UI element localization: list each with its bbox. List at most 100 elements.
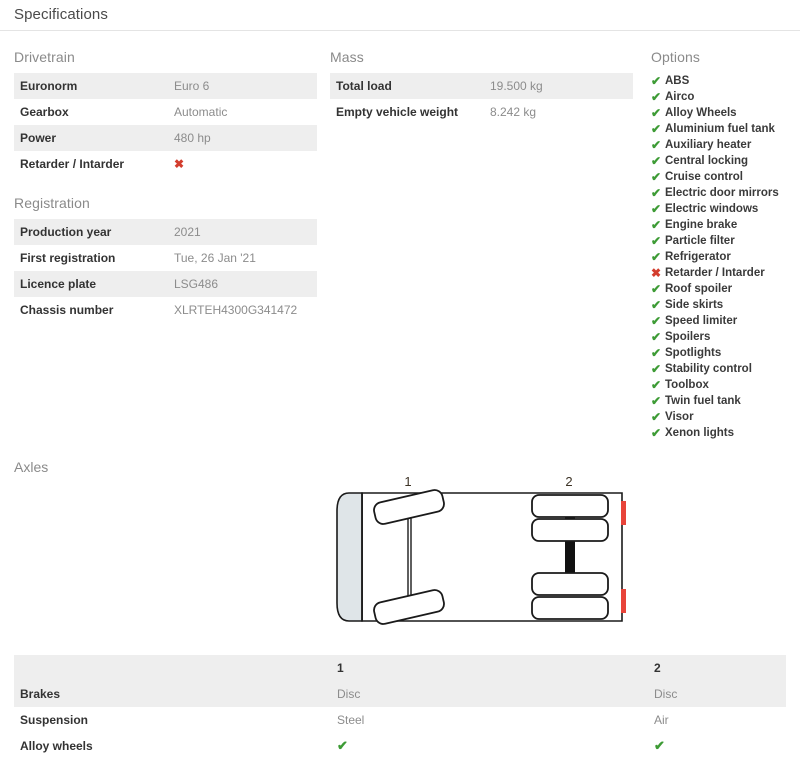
list-item: ✔ Side skirts bbox=[651, 297, 796, 313]
list-item: ✔ Cruise control bbox=[651, 169, 796, 185]
option-label: ABS bbox=[665, 75, 690, 87]
row-label: Power bbox=[20, 131, 57, 145]
check-icon: ✔ bbox=[651, 122, 662, 136]
option-label: Spoilers bbox=[665, 331, 711, 343]
check-icon: ✔ bbox=[651, 250, 662, 264]
check-icon: ✔ bbox=[651, 410, 662, 424]
axle-details-table: 1 2 Brakes Disc Disc Suspension Steel Ai… bbox=[14, 655, 786, 759]
axle-table-col-label bbox=[14, 655, 331, 681]
axle-2-number: 2 bbox=[565, 474, 572, 489]
row-value: LSG486 bbox=[174, 277, 219, 291]
check-icon: ✔ bbox=[651, 170, 662, 184]
option-label: Alloy Wheels bbox=[665, 107, 737, 119]
table-row: Empty vehicle weight 8.242 kg bbox=[330, 99, 633, 125]
mass-heading: Mass bbox=[330, 49, 364, 65]
table-row: First registration Tue, 26 Jan '21 bbox=[14, 245, 317, 271]
option-label: Airco bbox=[665, 91, 695, 103]
registration-heading: Registration bbox=[14, 195, 90, 211]
check-icon-axle-2: ✔ bbox=[654, 738, 665, 753]
drivetrain-heading: Drivetrain bbox=[14, 49, 75, 65]
check-icon: ✔ bbox=[651, 346, 662, 360]
list-item: ✔ Airco bbox=[651, 89, 796, 105]
row-value: Tue, 26 Jan '21 bbox=[174, 251, 256, 265]
column-options: Options ✔ ABS ✔ Airco ✔ Alloy Wheels ✔ Aluminiu… bbox=[651, 31, 796, 441]
check-icon: ✔ bbox=[651, 90, 662, 104]
axle-table-col-1: 1 bbox=[337, 661, 344, 675]
check-icon: ✔ bbox=[651, 74, 662, 88]
option-label: Spotlights bbox=[665, 347, 722, 359]
row-value: 2021 bbox=[174, 225, 201, 239]
mass-table: Total load 19.500 kg Empty vehicle weigh… bbox=[330, 73, 633, 125]
row-value: 480 hp bbox=[174, 131, 211, 145]
table-row: Power 480 hp bbox=[14, 125, 317, 151]
axle-2-wheel-left-outer bbox=[531, 494, 609, 518]
list-item: ✔ Toolbox bbox=[651, 377, 796, 393]
table-row: Chassis number XLRTEH4300G341472 bbox=[14, 297, 317, 323]
specifications-columns: Drivetrain Euronorm Euro 6 Gearbox Autom… bbox=[0, 31, 800, 451]
table-row: Euronorm Euro 6 bbox=[14, 73, 317, 99]
list-item: ✔ Electric windows bbox=[651, 201, 796, 217]
option-label: Roof spoiler bbox=[665, 283, 733, 295]
axle-table-col-2: 2 bbox=[654, 661, 661, 675]
table-row: Total load 19.500 kg bbox=[330, 73, 633, 99]
list-item: ✔ Particle filter bbox=[651, 233, 796, 249]
row-value-axle-2: Disc bbox=[654, 687, 678, 701]
row-label: Euronorm bbox=[20, 79, 78, 93]
cross-icon: ✖ bbox=[174, 157, 185, 171]
options-heading: Options bbox=[651, 49, 700, 65]
row-value: 19.500 kg bbox=[490, 79, 543, 93]
row-label: Brakes bbox=[20, 687, 61, 701]
table-row: Suspension Steel Air bbox=[14, 707, 786, 733]
option-label: Central locking bbox=[665, 155, 749, 167]
check-icon: ✔ bbox=[651, 378, 662, 392]
axle-diagram-svg: 1 2 bbox=[336, 474, 626, 625]
row-value: ✖ bbox=[168, 151, 317, 177]
option-label: Auxiliary heater bbox=[665, 139, 752, 151]
option-label: Side skirts bbox=[665, 299, 724, 311]
table-row: Production year 2021 bbox=[14, 219, 317, 245]
axle-details-table-wrap: 1 2 Brakes Disc Disc Suspension Steel Ai… bbox=[14, 655, 786, 759]
list-item: ✔ Alloy Wheels bbox=[651, 105, 796, 121]
row-label: Licence plate bbox=[20, 277, 97, 291]
check-icon: ✔ bbox=[651, 314, 662, 328]
option-label: Stability control bbox=[665, 363, 752, 375]
option-label: Refrigerator bbox=[665, 251, 731, 263]
list-item: ✔ Central locking bbox=[651, 153, 796, 169]
taillight-bottom bbox=[621, 589, 626, 613]
option-label: Electric windows bbox=[665, 203, 759, 215]
option-label: Particle filter bbox=[665, 235, 735, 247]
row-label: Suspension bbox=[20, 713, 89, 727]
option-label: Xenon lights bbox=[665, 427, 734, 439]
table-row: Retarder / Intarder ✖ bbox=[14, 151, 317, 177]
list-item: ✔ Engine brake bbox=[651, 217, 796, 233]
list-item: ✔ Aluminium fuel tank bbox=[651, 121, 796, 137]
table-row: Gearbox Automatic bbox=[14, 99, 317, 125]
axle-1-number: 1 bbox=[404, 474, 411, 489]
option-label: Visor bbox=[665, 411, 694, 423]
column-drivetrain: Drivetrain Euronorm Euro 6 Gearbox Autom… bbox=[14, 31, 317, 323]
axle-diagram: 1 2 bbox=[332, 473, 632, 643]
check-icon: ✔ bbox=[651, 218, 662, 232]
check-icon: ✔ bbox=[651, 362, 662, 376]
row-value: XLRTEH4300G341472 bbox=[174, 303, 298, 317]
axle-2-wheel-left-inner bbox=[531, 518, 609, 542]
row-value-axle-1: Disc bbox=[337, 687, 361, 701]
check-icon: ✔ bbox=[651, 154, 662, 168]
list-item: ✔ Electric door mirrors bbox=[651, 185, 796, 201]
row-label: Empty vehicle weight bbox=[336, 105, 459, 119]
list-item: ✔ Visor bbox=[651, 409, 796, 425]
check-icon: ✔ bbox=[651, 234, 662, 248]
options-list: ✔ ABS ✔ Airco ✔ Alloy Wheels ✔ Aluminium fuel t… bbox=[651, 73, 796, 441]
axles-heading: Axles bbox=[14, 459, 49, 475]
list-item: ✔ Speed limiter bbox=[651, 313, 796, 329]
list-item: ✔ ABS bbox=[651, 73, 796, 89]
list-item: ✔ Auxiliary heater bbox=[651, 137, 796, 153]
option-label: Engine brake bbox=[665, 219, 738, 231]
axle-2-wheel-right-outer bbox=[531, 596, 609, 620]
axles-section: Axles 1 2 1 2 Brakes Disc Disc Suspensio… bbox=[0, 451, 800, 759]
cab-front bbox=[336, 492, 363, 622]
registration-table: Production year 2021 First registration … bbox=[14, 219, 317, 323]
check-icon: ✔ bbox=[651, 298, 662, 312]
table-row: Alloy wheels ✔ ✔ bbox=[14, 733, 786, 759]
list-item: ✔ Twin fuel tank bbox=[651, 393, 796, 409]
